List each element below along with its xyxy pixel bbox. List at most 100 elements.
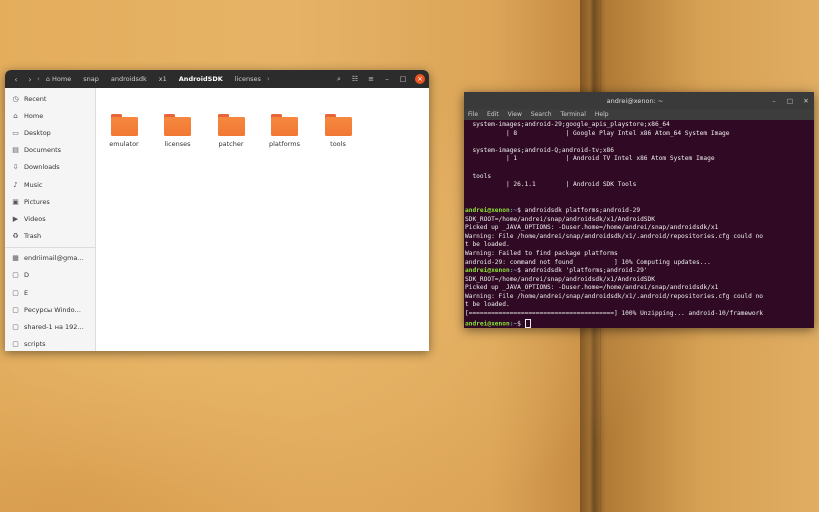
folder-icon [324, 114, 352, 136]
sidebar-item[interactable]: ▢ shared-1 на 192… [5, 318, 95, 335]
terminal-line-text: SDK_ROOT=/home/andrei/snap/androidsdk/x1… [465, 275, 655, 283]
menu-item-view[interactable]: View [508, 111, 522, 118]
sidebar-item-label: Videos [24, 214, 46, 223]
breadcrumb-label: AndroidSDK [178, 75, 223, 83]
terminal-line: | 8 | Google Play Intel x86 Atom_64 Syst… [465, 130, 814, 139]
folder-item[interactable]: patcher [205, 114, 257, 148]
close-button[interactable]: ✕ [798, 97, 814, 105]
terminal-line-text: $ androidsdk 'platforms;android-29' [517, 267, 648, 275]
close-button[interactable]: × [415, 74, 425, 84]
terminal-line: | 26.1.1 | Android SDK Tools [465, 181, 814, 190]
minimize-button[interactable]: – [379, 75, 395, 83]
terminal-line: Warning: Failed to find package platform… [465, 250, 814, 259]
drive-icon: ▦ [12, 254, 19, 263]
back-button[interactable]: ‹ [9, 75, 23, 84]
terminal-line-text: Warning: Failed to find package platform… [465, 249, 618, 257]
menu-item-file[interactable]: File [468, 111, 478, 118]
sidebar-item[interactable]: ▭ Desktop [5, 124, 95, 141]
breadcrumb-licenses[interactable]: licenses [229, 75, 267, 83]
prompt-user: andrei@xenon [465, 320, 510, 328]
folder-item[interactable]: emulator [98, 114, 150, 148]
sidebar-item[interactable]: ▢ scripts [5, 336, 95, 351]
breadcrumb-x1[interactable]: x1 [153, 75, 173, 83]
breadcrumb-scroll-right-icon[interactable]: › [267, 75, 270, 83]
sidebar-item[interactable]: ▢ E [5, 284, 95, 301]
sidebar-item-label: endriimail@gma… [24, 254, 84, 263]
terminal-line: andrei@xenon:~$ androidsdk 'platforms;an… [465, 267, 814, 276]
download-icon: ⇩ [12, 163, 19, 172]
sidebar-item[interactable]: ▦ endriimail@gma… [5, 250, 95, 267]
desktop-icon: ▭ [12, 128, 19, 137]
breadcrumb-androidsdk[interactable]: AndroidSDK [173, 75, 229, 83]
terminal-line: SDK_ROOT=/home/andrei/snap/androidsdk/x1… [465, 276, 814, 285]
forward-button[interactable]: › [23, 75, 37, 84]
terminal-titlebar: andrei@xenon: ~ – □ ✕ [464, 92, 814, 109]
sidebar-item[interactable]: ♻ Trash [5, 228, 95, 245]
prompt-user: andrei@xenon [465, 206, 510, 214]
folder-icon [110, 114, 138, 136]
folder-label: patcher [218, 140, 244, 148]
folder-icon: ▢ [12, 271, 19, 280]
sidebar-item-label: Ресурсы Windo… [24, 305, 82, 314]
folder-icon: ▢ [12, 323, 19, 332]
terminal-output[interactable]: system-images;android-29;google_apis_pla… [464, 120, 814, 329]
breadcrumb-androidsdk[interactable]: androidsdk [105, 75, 153, 83]
terminal-line-text: tools [465, 172, 492, 180]
file-view: emulator licenses patcher platforms tools [96, 88, 429, 351]
list-view-icon[interactable]: ☷ [347, 75, 363, 83]
terminal-line-text: t be loaded. [465, 301, 510, 309]
menu-icon[interactable]: ≡ [363, 75, 379, 83]
terminal-line: andrei@xenon:~$ [465, 318, 814, 329]
terminal-line: t be loaded. [465, 301, 814, 310]
folder-label: platforms [268, 140, 300, 148]
breadcrumb-label: Home [52, 75, 72, 83]
sidebar-item[interactable]: ▣ Pictures [5, 193, 95, 210]
folder-label: tools [330, 140, 346, 148]
terminal-line-text: system-images;android-29;google_apis_pla… [465, 121, 670, 128]
folder-item[interactable]: tools [312, 114, 364, 148]
folder-icon: ▢ [12, 288, 19, 297]
prompt-user: andrei@xenon [465, 267, 510, 275]
menu-item-help[interactable]: Help [595, 111, 609, 118]
terminal-line-text: SDK_ROOT=/home/andrei/snap/androidsdk/x1… [465, 215, 655, 223]
clock-icon: ◷ [12, 94, 19, 103]
menu-item-search[interactable]: Search [531, 111, 552, 118]
sidebar-item-label: Downloads [24, 163, 60, 172]
maximize-button[interactable]: □ [395, 75, 411, 83]
music-icon: ♪ [13, 180, 18, 189]
folder-label: emulator [109, 140, 139, 148]
terminal-line: Picked up _JAVA_OPTIONS: -Duser.home=/ho… [465, 284, 814, 293]
breadcrumb: ⌂ Home snap androidsdk x1 AndroidSDK licenses [40, 75, 267, 83]
sidebar-item[interactable]: ♪ Music [5, 176, 95, 193]
terminal-line: Warning: File /home/andrei/snap/androids… [465, 293, 814, 302]
terminal-line: android-29: command not found ] 10% Comp… [465, 259, 814, 268]
picture-icon: ▣ [12, 197, 19, 206]
search-icon[interactable]: ⌕ [331, 75, 347, 84]
sidebar-item[interactable]: ▶ Videos [5, 210, 95, 227]
menu-item-terminal[interactable]: Terminal [561, 111, 586, 118]
folder-item[interactable]: platforms [259, 114, 311, 148]
folder-icon [164, 114, 191, 136]
breadcrumb-home[interactable]: ⌂ Home [40, 75, 77, 83]
sidebar-item[interactable]: ▢ Ресурсы Windo… [5, 301, 95, 318]
sidebar-item[interactable]: ▤ Documents [5, 142, 95, 159]
sidebar-item-label: E [24, 288, 29, 297]
terminal-window: andrei@xenon: ~ – □ ✕ File Edit View Search… [464, 92, 814, 328]
sidebar-item[interactable]: ▢ D [5, 267, 95, 284]
maximize-button[interactable]: □ [782, 97, 798, 105]
terminal-line: t be loaded. [465, 241, 814, 250]
breadcrumb-snap[interactable]: snap [77, 75, 105, 83]
menu-item-edit[interactable]: Edit [487, 111, 499, 118]
breadcrumb-label: androidsdk [110, 75, 147, 83]
breadcrumb-label: x1 [158, 75, 167, 83]
sidebar-item[interactable]: ⇩ Downloads [5, 159, 95, 176]
folder-item[interactable]: licenses [152, 114, 204, 148]
folder-icon: ▢ [12, 305, 19, 314]
sidebar-item[interactable]: ◷ Recent [5, 90, 95, 107]
folder-icon: ▢ [12, 340, 19, 349]
sidebar-item[interactable]: ⌂ Home [5, 107, 95, 124]
minimize-button[interactable]: – [766, 97, 782, 105]
